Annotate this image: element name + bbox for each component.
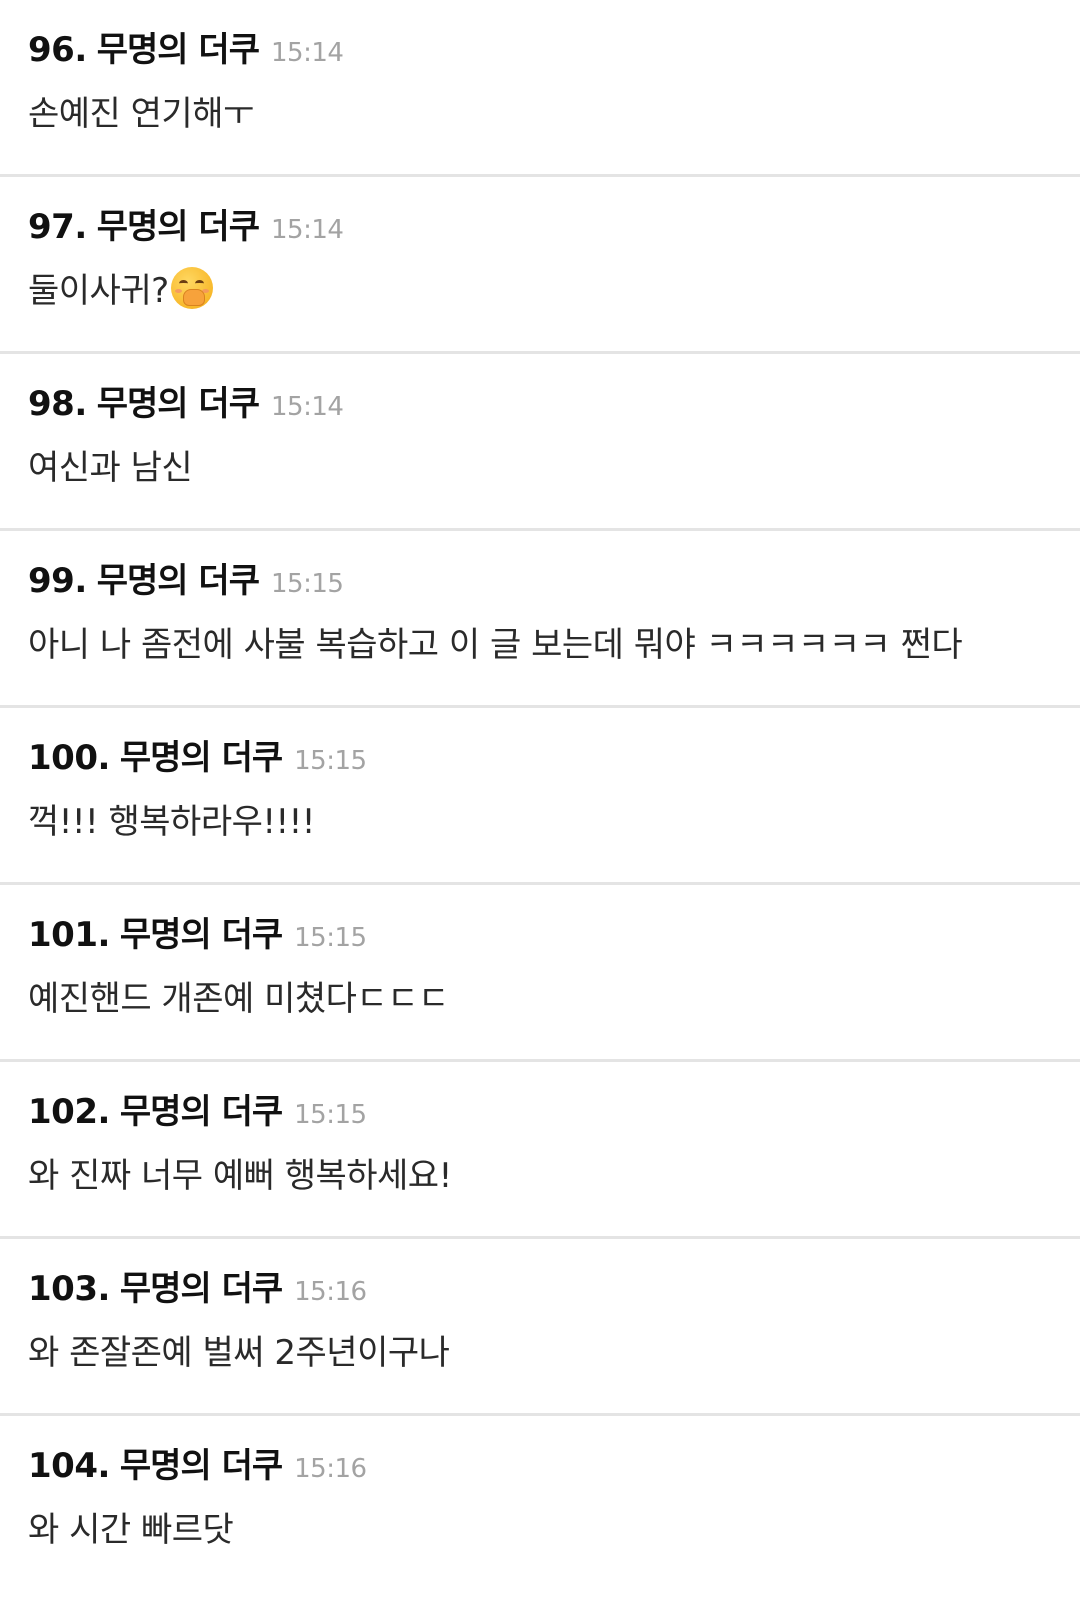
comment-header: 101. 무명의 더쿠 15:15 xyxy=(28,907,367,956)
comment-time: 15:15 xyxy=(294,1100,367,1130)
comment-header: 96. 무명의 더쿠 15:14 xyxy=(28,22,344,71)
comment-text: 손예진 연기해ㅜ xyxy=(28,94,254,134)
comment-time: 15:15 xyxy=(294,746,367,776)
comment-time: 15:14 xyxy=(270,215,344,245)
comment-body: 둘이사귀? xyxy=(28,263,213,312)
comment-author: 무명의 더쿠 xyxy=(119,1446,283,1486)
comment-author: 무명의 더쿠 xyxy=(96,207,260,247)
comment-author: 무명의 더쿠 xyxy=(96,384,260,424)
comment-time: 15:14 xyxy=(270,38,344,68)
comment-header: 98. 무명의 더쿠 15:14 xyxy=(28,376,344,425)
comment-text: 와 진짜 너무 예뻐 행복하세요! xyxy=(28,1156,452,1196)
comment-number[interactable]: 99. xyxy=(28,561,87,601)
comment-number[interactable]: 97. xyxy=(28,207,87,247)
comment-header: 102. 무명의 더쿠 15:15 xyxy=(28,1084,367,1133)
comment-item: 96. 무명의 더쿠 15:14 손예진 연기해ㅜ xyxy=(0,0,1080,177)
hand-over-mouth-face-icon xyxy=(170,266,213,309)
comment-text: 예진핸드 개존예 미쳤다ㄷㄷㄷ xyxy=(28,979,449,1019)
comment-text: 와 존잘존예 벌써 2주년이구나 xyxy=(28,1333,450,1373)
comment-author: 무명의 더쿠 xyxy=(96,30,260,70)
comment-list: 96. 무명의 더쿠 15:14 손예진 연기해ㅜ 97. 무명의 더쿠 15:… xyxy=(0,0,1080,1593)
comment-text: 꺽!!! 행복하라우!!!! xyxy=(28,802,315,842)
comment-item: 103. 무명의 더쿠 15:16 와 존잘존예 벌써 2주년이구나 xyxy=(0,1239,1080,1416)
comment-number[interactable]: 101. xyxy=(28,915,110,955)
comment-time: 15:15 xyxy=(294,923,367,953)
comment-author: 무명의 더쿠 xyxy=(119,738,283,778)
comment-author: 무명의 더쿠 xyxy=(119,1092,283,1132)
comment-time: 15:16 xyxy=(294,1454,367,1484)
comment-text: 여신과 남신 xyxy=(28,448,193,488)
comment-time: 15:14 xyxy=(270,392,344,422)
comment-number[interactable]: 103. xyxy=(28,1269,110,1309)
comment-header: 104. 무명의 더쿠 15:16 xyxy=(28,1438,367,1487)
comment-time: 15:16 xyxy=(294,1277,367,1307)
comment-number[interactable]: 100. xyxy=(28,738,110,778)
comment-number[interactable]: 104. xyxy=(28,1446,110,1486)
comment-item: 97. 무명의 더쿠 15:14 둘이사귀? xyxy=(0,177,1080,354)
comment-author: 무명의 더쿠 xyxy=(119,915,283,955)
comment-header: 99. 무명의 더쿠 15:15 xyxy=(28,553,344,602)
comment-header: 97. 무명의 더쿠 15:14 xyxy=(28,199,344,248)
comment-item: 98. 무명의 더쿠 15:14 여신과 남신 xyxy=(0,354,1080,531)
comment-text: 아니 나 좀전에 사불 복습하고 이 글 보는데 뭐야 ㅋㅋㅋㅋㅋㅋ 쩐다 xyxy=(28,625,963,665)
comment-number[interactable]: 102. xyxy=(28,1092,110,1132)
comment-author: 무명의 더쿠 xyxy=(119,1269,283,1309)
comment-text: 와 시간 빠르닷 xyxy=(28,1510,234,1550)
comment-item: 102. 무명의 더쿠 15:15 와 진짜 너무 예뻐 행복하세요! xyxy=(0,1062,1080,1239)
comment-author: 무명의 더쿠 xyxy=(96,561,260,601)
comment-header: 100. 무명의 더쿠 15:15 xyxy=(28,730,367,779)
comment-number[interactable]: 96. xyxy=(28,30,87,70)
comment-item: 104. 무명의 더쿠 15:16 와 시간 빠르닷 xyxy=(0,1416,1080,1593)
comment-item: 100. 무명의 더쿠 15:15 꺽!!! 행복하라우!!!! xyxy=(0,708,1080,885)
comment-number[interactable]: 98. xyxy=(28,384,87,424)
comment-header: 103. 무명의 더쿠 15:16 xyxy=(28,1261,367,1310)
comment-time: 15:15 xyxy=(270,569,344,599)
comment-text: 둘이사귀? xyxy=(28,271,169,311)
comment-item: 99. 무명의 더쿠 15:15 아니 나 좀전에 사불 복습하고 이 글 보는… xyxy=(0,531,1080,708)
comment-item: 101. 무명의 더쿠 15:15 예진핸드 개존예 미쳤다ㄷㄷㄷ xyxy=(0,885,1080,1062)
